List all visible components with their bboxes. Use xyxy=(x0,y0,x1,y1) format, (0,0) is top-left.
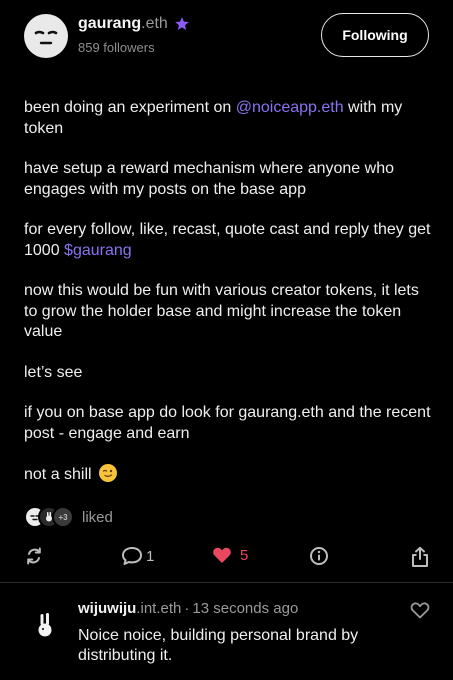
heart-filled-icon xyxy=(212,546,232,564)
mention-link[interactable]: @noiceapp.eth xyxy=(236,99,344,116)
info-icon xyxy=(309,546,329,566)
post-text: not a shill xyxy=(24,466,92,483)
post-paragraph-1: been doing an experiment on @noiceapp.et… xyxy=(24,98,434,139)
reply-text: Noice noice, building personal brand by … xyxy=(78,627,359,664)
post-paragraph-4: now this would be fun with various creat… xyxy=(24,282,419,340)
comment-icon xyxy=(121,546,143,566)
recast-icon xyxy=(24,546,44,566)
info-button[interactable] xyxy=(309,546,329,566)
post-text: been doing an experiment on xyxy=(24,99,236,116)
reply-author-avatar[interactable] xyxy=(34,612,56,638)
reply-timestamp: 13 seconds ago xyxy=(192,600,299,617)
post-body: been doing an experiment on @noiceapp.et… xyxy=(24,98,434,506)
like-count: 5 xyxy=(240,546,249,564)
recast-button[interactable] xyxy=(24,546,44,566)
post-paragraph-3: for every follow, like, recast, quote ca… xyxy=(24,220,434,261)
share-icon xyxy=(410,546,430,568)
star-badge-icon xyxy=(174,16,190,32)
like-button[interactable]: 5 xyxy=(212,546,248,564)
post-paragraph-5: let’s see xyxy=(24,363,83,381)
reply-header: wijuwiju .int.eth · 13 seconds ago xyxy=(78,600,298,617)
separator-dot: · xyxy=(184,600,190,617)
author-name[interactable]: gaurang xyxy=(78,15,141,33)
followers-count[interactable]: 859 followers xyxy=(78,40,155,55)
reply-author-name[interactable]: wijuwiju xyxy=(78,600,136,617)
reply-button[interactable]: 1 xyxy=(121,546,154,566)
post-actions: 1 5 xyxy=(0,540,453,574)
reply-count: 1 xyxy=(146,547,155,565)
liker-more-count[interactable]: +3 xyxy=(52,506,74,528)
share-button[interactable] xyxy=(410,546,430,568)
post-header: gaurang .eth 859 followers Following xyxy=(0,0,453,70)
following-button[interactable]: Following xyxy=(321,13,429,57)
reply-like-button[interactable] xyxy=(410,601,430,624)
reply-author-domain[interactable]: .int.eth xyxy=(136,600,181,617)
post-paragraph-6: if you on base app do look for gaurang.e… xyxy=(24,404,431,442)
author-avatar[interactable] xyxy=(24,14,68,58)
post-paragraph-2: have setup a reward mechanism where anyo… xyxy=(24,160,394,198)
wink-emoji-icon xyxy=(99,464,118,482)
cashtag-link[interactable]: $gaurang xyxy=(64,242,132,259)
author-domain[interactable]: .eth xyxy=(141,15,168,33)
divider xyxy=(0,582,453,583)
liked-by-row[interactable]: +3 liked xyxy=(24,505,113,529)
heart-outline-icon xyxy=(410,602,430,623)
post-paragraph-7: not a shill xyxy=(24,464,434,486)
author-name-row[interactable]: gaurang .eth xyxy=(78,13,190,35)
liked-label[interactable]: liked xyxy=(82,509,113,526)
